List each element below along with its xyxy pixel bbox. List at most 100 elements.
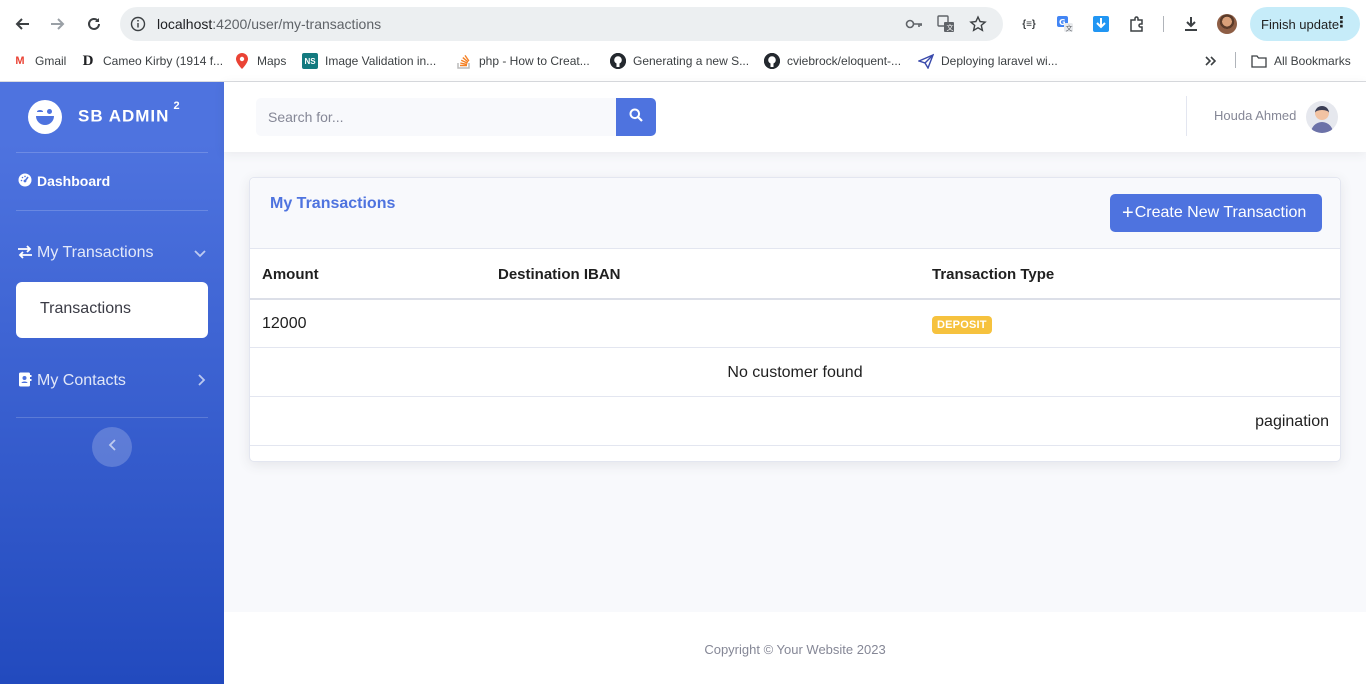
transactions-submenu: Transactions: [16, 282, 208, 338]
back-icon[interactable]: [8, 10, 36, 38]
card-header: My Transactions + Create New Transaction: [250, 178, 1340, 249]
sidebar-item-label: Dashboard: [37, 173, 111, 189]
bookmark-label: Generating a new S...: [633, 54, 750, 68]
user-name[interactable]: Houda Ahmed: [1214, 108, 1296, 123]
paper-plane-icon: [918, 53, 934, 69]
folder-icon: [1251, 53, 1267, 69]
svg-text:文: 文: [947, 23, 954, 32]
sidebar-item-label: My Contacts: [37, 372, 126, 389]
empty-message: No customer found: [727, 364, 863, 381]
more-menu-icon[interactable]: ⋮: [1334, 15, 1349, 30]
forward-icon[interactable]: [44, 10, 72, 38]
bookmark-label: Cameo Kirby (1914 f...: [103, 54, 224, 68]
chevron-left-icon: [108, 438, 116, 456]
bookmark-item[interactable]: cviebrock/eloquent-...: [764, 52, 901, 70]
address-bar[interactable]: localhost:4200/user/my-transactions 文: [120, 7, 1003, 41]
cell-amount: 12000: [262, 315, 307, 332]
row-divider: [250, 347, 1340, 348]
url-text[interactable]: localhost:4200/user/my-transactions: [157, 16, 381, 32]
sidebar-divider: [16, 417, 208, 418]
brand-text: SB ADMIN2: [78, 100, 181, 127]
bookmarks-bar: M Gmail D Cameo Kirby (1914 f... Maps NS Im…: [0, 48, 1366, 74]
maps-icon: [234, 53, 250, 69]
bookmark-item[interactable]: NS Image Validation in...: [302, 52, 436, 70]
column-header-transaction-type: Transaction Type: [932, 266, 1055, 283]
bookmark-star-icon[interactable]: [968, 14, 988, 34]
bookmark-label: Image Validation in...: [325, 54, 437, 68]
search-icon: [629, 108, 643, 127]
topbar-divider: [1186, 96, 1187, 136]
avatar[interactable]: [1306, 101, 1338, 133]
row-divider: [250, 396, 1340, 397]
sidebar-item-label: My Transactions: [37, 244, 154, 261]
create-transaction-button[interactable]: + Create New Transaction: [1110, 194, 1322, 232]
svg-text:文: 文: [1066, 24, 1073, 33]
bookmark-label: php - How to Creat...: [479, 54, 590, 68]
sidebar-item-my-transactions[interactable]: My Transactions: [0, 233, 224, 273]
stackoverflow-icon: [456, 53, 472, 69]
github-icon: [610, 53, 626, 69]
all-bookmarks-button[interactable]: All Bookmarks: [1251, 52, 1351, 70]
translate-icon[interactable]: 文: [936, 14, 956, 34]
url-path: :4200/user/my-transactions: [212, 16, 382, 32]
sidebar-brand[interactable]: SB ADMIN2: [0, 82, 224, 152]
tachometer-icon: [17, 173, 33, 190]
extension-download-icon[interactable]: [1089, 12, 1113, 36]
pagination[interactable]: pagination: [1255, 413, 1329, 431]
gmail-icon: M: [15, 55, 25, 67]
bookmark-item[interactable]: Deploying laravel wi...: [918, 52, 1058, 70]
password-key-icon[interactable]: [904, 14, 924, 34]
bookmarks-separator: [1235, 52, 1236, 68]
bookmark-label: Deploying laravel wi...: [941, 54, 1058, 68]
sidebar-divider: [16, 210, 208, 211]
toolbar-separator: [1163, 16, 1164, 32]
brand-version: 2: [173, 100, 181, 112]
transactions-card: My Transactions + Create New Transaction…: [249, 177, 1341, 462]
bookmark-label: cviebrock/eloquent-...: [787, 54, 902, 68]
bookmark-label: Maps: [257, 54, 287, 68]
column-header-amount: Amount: [262, 266, 319, 283]
exchange-icon: [17, 244, 33, 262]
column-header-destination-iban: Destination IBAN: [498, 266, 621, 283]
ns-icon: NS: [302, 53, 318, 69]
d-icon: D: [82, 52, 94, 69]
plus-icon: +: [1122, 202, 1134, 224]
bookmark-item[interactable]: D Cameo Kirby (1914 f...: [80, 52, 223, 70]
bookmarks-overflow-icon[interactable]: [1204, 52, 1218, 70]
address-book-icon: [17, 372, 33, 390]
extension-json-icon[interactable]: {≡}: [1017, 12, 1041, 36]
topbar: Houda Ahmed: [224, 82, 1366, 152]
profile-avatar-icon[interactable]: [1217, 14, 1237, 34]
bookmark-item[interactable]: php - How to Creat...: [456, 52, 590, 70]
sidebar-toggle-button[interactable]: [92, 427, 132, 467]
search-button[interactable]: [616, 98, 656, 136]
finish-update-label: Finish update: [1261, 16, 1340, 32]
chevron-down-icon: [194, 245, 206, 261]
brand-name: SB ADMIN: [78, 106, 170, 126]
submenu-item-transactions[interactable]: Transactions: [40, 300, 131, 318]
sidebar-item-dashboard[interactable]: Dashboard: [0, 161, 224, 201]
status-badge: DEPOSIT: [932, 316, 992, 334]
browser-chrome: localhost:4200/user/my-transactions 文 {≡…: [0, 0, 1366, 82]
bookmark-item[interactable]: Generating a new S...: [610, 52, 749, 70]
extensions-puzzle-icon[interactable]: [1125, 12, 1149, 36]
search-input[interactable]: [256, 98, 616, 136]
finish-update-button[interactable]: Finish update ⋮: [1250, 7, 1360, 41]
site-info-icon[interactable]: [128, 14, 148, 34]
sidebar-item-my-contacts[interactable]: My Contacts: [0, 361, 224, 401]
bookmark-item[interactable]: M Gmail: [12, 52, 66, 70]
footer: Copyright © Your Website 2023: [224, 612, 1366, 684]
reload-icon[interactable]: [80, 10, 108, 38]
sidebar: SB ADMIN2 Dashboard My Transactions Tran…: [0, 82, 224, 684]
bookmark-label: Gmail: [35, 54, 67, 68]
github-icon: [764, 53, 780, 69]
copyright-text: Copyright © Your Website 2023: [704, 642, 886, 657]
extension-translate-icon[interactable]: G文: [1053, 12, 1077, 36]
bookmark-item[interactable]: Maps: [234, 52, 286, 70]
browser-toolbar: localhost:4200/user/my-transactions 文 {≡…: [0, 0, 1366, 48]
downloads-icon[interactable]: [1179, 12, 1203, 36]
url-host: localhost: [157, 16, 213, 32]
create-button-label: Create New Transaction: [1134, 204, 1307, 221]
page-title: My Transactions: [270, 195, 396, 212]
sidebar-divider: [16, 152, 208, 153]
